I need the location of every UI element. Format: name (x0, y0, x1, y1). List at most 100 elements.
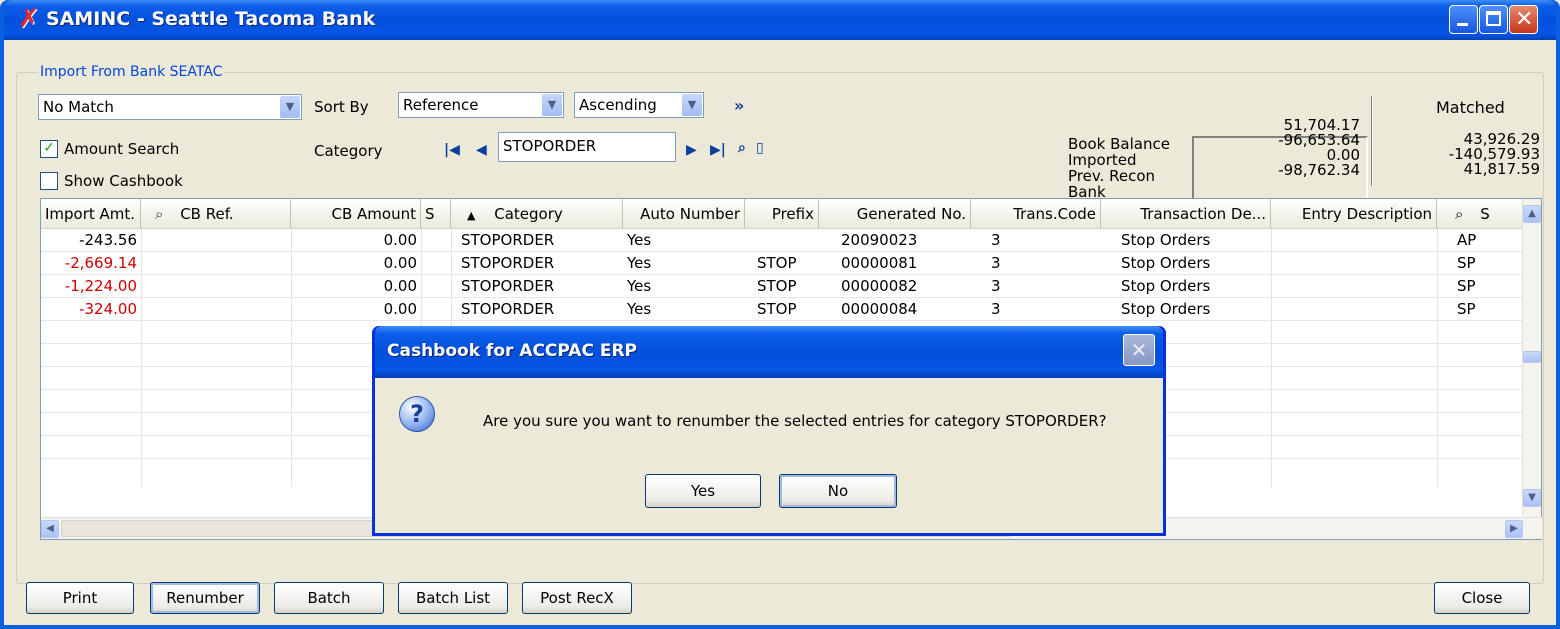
maximize-icon (1486, 11, 1501, 26)
entry-desc-cell (1275, 298, 1435, 321)
window-titlebar[interactable]: ✗ SAMINC - Seattle Tacoma Bank ✕ (4, 0, 1556, 40)
col-category[interactable]: ▲ Category (451, 199, 623, 229)
window-title: SAMINC - Seattle Tacoma Bank (46, 8, 376, 30)
print-button[interactable]: Print (26, 582, 134, 614)
cb-amount-cell: 0.00 (383, 231, 417, 249)
maximize-button[interactable] (1479, 5, 1508, 34)
matched-values: 43,926.29 -140,579.93 41,817.59 (1384, 132, 1540, 177)
post-recx-button[interactable]: Post RecX (522, 582, 632, 614)
s-cell (421, 298, 451, 321)
cb-ref-cell (141, 275, 291, 298)
sort-ascending-icon: ▲ (467, 209, 476, 222)
balance-divider (1371, 96, 1373, 186)
table-row[interactable]: -324.00 0.00 STOPORDER Yes STOP 00000084… (41, 298, 1523, 321)
auto-number-cell: Yes (627, 231, 652, 249)
advance-icon[interactable]: » (734, 96, 744, 115)
col-cb-ref[interactable]: ⌕ CB Ref. (141, 199, 291, 229)
yes-button[interactable]: Yes (645, 474, 761, 508)
col-entry-description[interactable]: Entry Description (1271, 199, 1437, 229)
s-cell (421, 275, 451, 298)
book-balance-label: Book Balance (1068, 135, 1170, 153)
generated-no-cell: 00000082 (841, 277, 918, 295)
dialog-titlebar[interactable]: Cashbook for ACCPAC ERP ✕ (375, 326, 1163, 378)
scroll-up-icon[interactable]: ▲ (1523, 205, 1541, 223)
dialog-title: Cashbook for ACCPAC ERP (387, 341, 638, 361)
transaction-desc-cell: Stop Orders (1121, 277, 1211, 295)
scroll-right-icon[interactable]: ▶ (1505, 520, 1523, 538)
previous-record-icon[interactable]: ◀ (476, 142, 487, 158)
dialog-close-button[interactable]: ✕ (1123, 334, 1155, 366)
cb-ref-cell (141, 252, 291, 275)
col-auto-number[interactable]: Auto Number (623, 199, 745, 229)
cb-amount-cell: 0.00 (383, 277, 417, 295)
col-trans-code[interactable]: Trans.Code (971, 199, 1101, 229)
minimize-button[interactable] (1449, 5, 1478, 34)
chevron-down-icon: ▼ (682, 94, 702, 116)
col-last[interactable]: ⌕ S (1437, 199, 1523, 229)
generated-no-cell: 00000081 (841, 254, 918, 272)
sort-order-select[interactable]: Ascending ▼ (574, 92, 704, 118)
dialog-body: ? Are you sure you want to renumber the … (375, 378, 1163, 533)
no-button[interactable]: No (779, 474, 897, 508)
col-cb-amount[interactable]: CB Amount (291, 199, 421, 229)
category-input[interactable]: STOPORDER (498, 132, 676, 162)
scroll-down-icon[interactable]: ▼ (1523, 489, 1541, 507)
s-cell (421, 252, 451, 275)
sort-field-select[interactable]: Reference ▼ (398, 92, 564, 118)
col-import-amt[interactable]: Import Amt. (41, 199, 141, 229)
match-filter-select[interactable]: No Match ▼ (38, 94, 302, 120)
table-row[interactable]: -2,669.14 0.00 STOPORDER Yes STOP 000000… (41, 252, 1523, 275)
next-record-icon[interactable]: ▶ (686, 142, 697, 158)
scroll-left-icon[interactable]: ◀ (41, 520, 59, 538)
batch-list-button[interactable]: Batch List (398, 582, 508, 614)
minimize-icon (1457, 23, 1468, 26)
table-row[interactable]: -1,224.00 0.00 STOPORDER Yes STOP 000000… (41, 275, 1523, 298)
main-window: ✗ SAMINC - Seattle Tacoma Bank ✕ Import … (0, 0, 1560, 629)
close-button[interactable]: Close (1434, 582, 1530, 614)
batch-button[interactable]: Batch (274, 582, 384, 614)
table-row[interactable]: -243.56 0.00 STOPORDER Yes 20090023 3 St… (41, 229, 1523, 252)
s-cell (421, 229, 451, 252)
import-amt-cell: -1,224.00 (64, 277, 137, 295)
new-document-icon[interactable]: ▯ (756, 140, 764, 156)
col-s[interactable]: S (421, 199, 451, 229)
window-close-button[interactable]: ✕ (1509, 5, 1538, 34)
bank-value: -98,762.34 (1278, 161, 1360, 179)
renumber-button[interactable]: Renumber (150, 582, 260, 614)
confirm-dialog: Cashbook for ACCPAC ERP ✕ ? Are you sure… (372, 326, 1166, 536)
category-cell: STOPORDER (461, 254, 555, 272)
col-generated-no[interactable]: Generated No. (819, 199, 971, 229)
prefix-cell: STOP (757, 254, 797, 272)
show-cashbook-checkbox[interactable] (40, 172, 58, 190)
category-cell: STOPORDER (461, 277, 555, 295)
first-record-icon[interactable]: |◀ (444, 142, 460, 158)
group-label: Import From Bank SEATAC (38, 64, 225, 80)
import-amt-cell: -2,669.14 (64, 254, 137, 272)
match-filter-value: No Match (43, 98, 114, 116)
auto-number-cell: Yes (627, 254, 652, 272)
prefix-cell: STOP (757, 277, 797, 295)
search-icon[interactable]: ⌕ (738, 140, 746, 156)
vertical-scrollbar[interactable]: ▲ ▼ (1522, 199, 1541, 517)
col-prefix[interactable]: Prefix (745, 199, 819, 229)
cb-ref-cell (141, 229, 291, 252)
transaction-desc-cell: Stop Orders (1121, 254, 1211, 272)
scroll-thumb[interactable] (1523, 351, 1541, 363)
last-cell: AP (1457, 231, 1477, 249)
auto-number-cell: Yes (627, 300, 652, 318)
amount-search-checkbox[interactable]: ✓ (40, 140, 58, 158)
trans-code-cell: 3 (991, 277, 1001, 295)
prefix-cell (753, 229, 823, 252)
grid-header: Import Amt. ⌕ CB Ref. CB Amount S ▲ Cate… (41, 199, 1523, 229)
import-amt-cell: -243.56 (79, 231, 137, 249)
last-record-icon[interactable]: ▶| (710, 142, 726, 158)
cb-ref-cell (141, 298, 291, 321)
import-amt-cell: -324.00 (79, 300, 137, 318)
prefix-cell: STOP (757, 300, 797, 318)
trans-code-cell: 3 (991, 254, 1001, 272)
col-transaction-desc[interactable]: Transaction De... (1101, 199, 1271, 229)
search-icon[interactable]: ⌕ (155, 205, 163, 223)
search-icon[interactable]: ⌕ (1455, 205, 1463, 223)
balance-values: 51,704.17 -96,653.64 0.00 -98,762.34 (1194, 118, 1360, 178)
trans-code-cell: 3 (991, 300, 1001, 318)
